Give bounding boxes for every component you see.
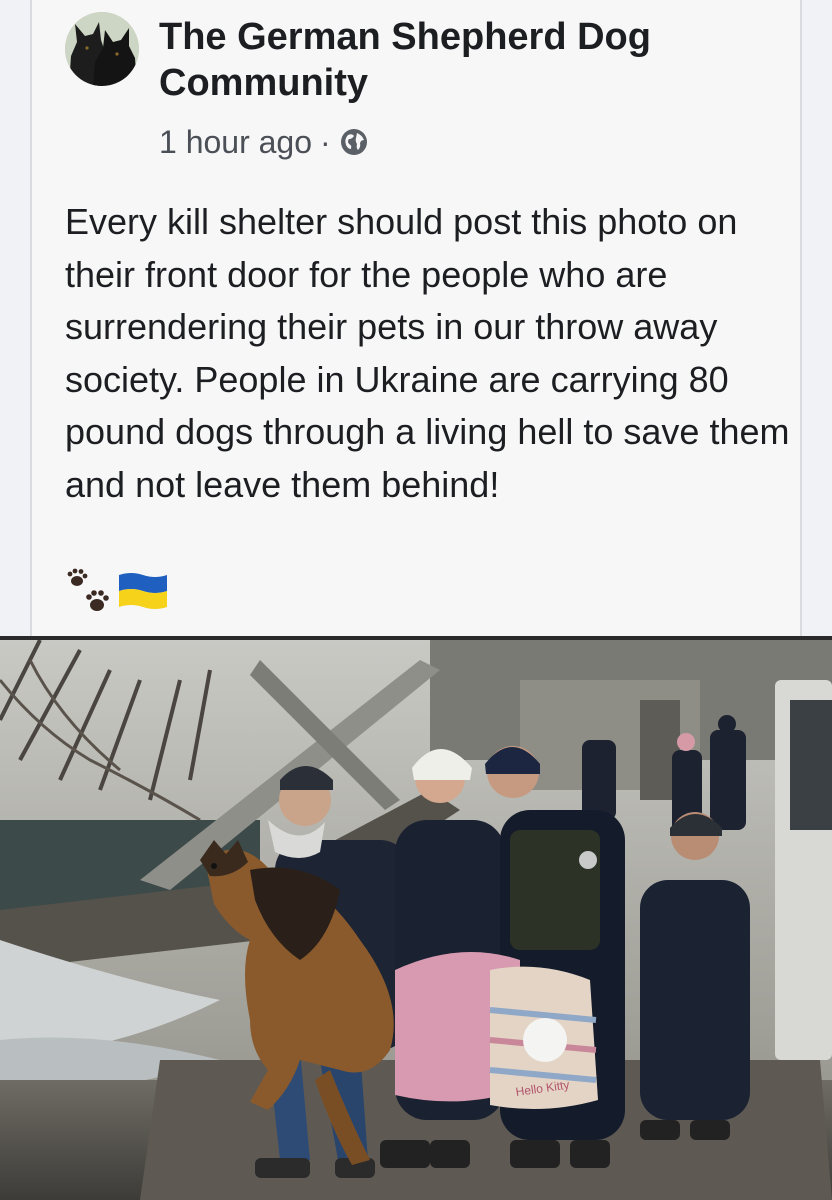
dogs-avatar-icon <box>65 12 139 86</box>
post-card: The German Shepherd Dog Community 1 hour… <box>30 0 802 640</box>
post-card-background: The German Shepherd Dog Community 1 hour… <box>0 0 832 640</box>
meta-separator: · <box>320 123 331 160</box>
paw-prints-icon <box>67 568 109 611</box>
ukraine-flag-icon <box>119 573 167 609</box>
page-name-link[interactable]: The German Shepherd Dog Community <box>159 14 719 106</box>
post-photo[interactable]: Hello Kitty <box>0 640 832 1200</box>
evacuation-photo: Hello Kitty <box>0 640 832 1200</box>
globe-icon[interactable] <box>339 127 369 157</box>
post-text: Every kill shelter should post this phot… <box>65 201 790 505</box>
post-timestamp[interactable]: 1 hour ago <box>159 124 312 161</box>
bags: Hello Kitty <box>395 952 598 1109</box>
post-meta: 1 hour ago · <box>159 120 369 164</box>
post-emojis <box>65 566 169 616</box>
page-avatar[interactable] <box>65 12 139 86</box>
